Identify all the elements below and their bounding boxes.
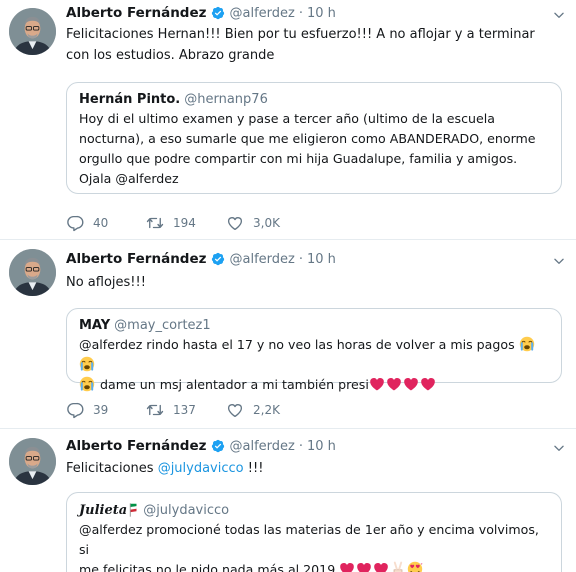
- reply-icon: [66, 214, 84, 232]
- chevron-down-icon[interactable]: [552, 8, 566, 22]
- tweet-text: No aflojes!!!: [66, 275, 146, 290]
- retweet-icon: [146, 401, 164, 419]
- victory-hand-icon: [390, 561, 406, 572]
- timestamp[interactable]: 10 h: [307, 252, 336, 267]
- tweet-actions: 39 137 2,2K: [66, 401, 306, 419]
- reply-button[interactable]: 40: [66, 214, 146, 232]
- tweet-actions: 40 194 3,0K: [66, 214, 306, 232]
- avatar[interactable]: [9, 249, 56, 296]
- retweet-button[interactable]: 137: [146, 401, 226, 419]
- profile-photo-icon: [9, 8, 56, 55]
- author-handle[interactable]: @alferdez: [229, 439, 294, 454]
- separator-dot: ·: [298, 251, 303, 267]
- red-heart-icon: [403, 376, 419, 392]
- verified-badge-icon: [211, 6, 225, 20]
- red-heart-icon: [369, 376, 385, 392]
- retweet-count: 137: [173, 403, 196, 417]
- tweet-text: Felicitaciones Hernan!!! Bien por tu esf…: [66, 27, 535, 63]
- verified-badge-icon: [211, 252, 225, 266]
- italy-flag-icon: [129, 502, 139, 518]
- chevron-down-icon[interactable]: [552, 441, 566, 455]
- tweet-text-prefix: Felicitaciones: [66, 461, 154, 476]
- quoted-tweet[interactable]: Hernán Pinto. @hernanp76 Hoy di el ultim…: [66, 82, 562, 194]
- retweet-button[interactable]: 194: [146, 214, 226, 232]
- author-name[interactable]: Alberto Fernández: [66, 251, 206, 267]
- author-handle[interactable]: @alferdez: [229, 6, 294, 21]
- quoted-tweet[interactable]: MAY @may_cortez1 @alferdez rindo hasta e…: [66, 308, 562, 392]
- quoted-header: MAY @may_cortez1: [79, 318, 549, 333]
- quoted-text-line-1: @alferdez rindo hasta el 17 y no veo las…: [79, 337, 515, 352]
- crying-face-icon: [79, 356, 95, 372]
- quoted-header: Julieta @julydavicco: [79, 502, 549, 518]
- heart-outline-icon: [226, 214, 244, 232]
- quoted-tweet[interactable]: Julieta @julydavicco @alferdez promocion…: [66, 492, 562, 572]
- red-heart-icon: [386, 376, 402, 392]
- like-button[interactable]: 3,0K: [226, 214, 306, 232]
- like-count: 2,2K: [253, 403, 280, 417]
- author-handle[interactable]: @alferdez: [229, 252, 294, 267]
- quoted-author-name: Julieta: [79, 502, 128, 518]
- chevron-down-icon[interactable]: [552, 254, 566, 268]
- tweet-text-suffix: !!!: [247, 461, 264, 476]
- quoted-text: @alferdez rindo hasta el 17 y no veo las…: [79, 335, 549, 395]
- quoted-text-line-2: me felicitas no le pido nada más al 2019: [79, 562, 336, 572]
- quoted-header: Hernán Pinto. @hernanp76: [79, 92, 549, 107]
- quoted-text-line-2: dame un msj alentador a mi también presi: [100, 377, 369, 392]
- tweet-3[interactable]: Alberto Fernández @alferdez · 10 h Felic…: [0, 430, 576, 572]
- profile-photo-icon: [9, 249, 56, 296]
- quoted-author-name: Hernán Pinto.: [79, 92, 181, 107]
- separator-dot: ·: [298, 438, 303, 454]
- mention-link[interactable]: @julydavicco: [158, 461, 244, 476]
- author-name[interactable]: Alberto Fernández: [66, 5, 206, 21]
- verified-badge-icon: [211, 439, 225, 453]
- reply-button[interactable]: 39: [66, 401, 146, 419]
- reply-icon: [66, 401, 84, 419]
- quoted-text-line-1: @alferdez promocioné todas las materias …: [79, 522, 539, 557]
- heart-outline-icon: [226, 401, 244, 419]
- like-button[interactable]: 2,2K: [226, 401, 306, 419]
- quoted-text: Hoy di el ultimo examen y pase a tercer …: [79, 111, 536, 186]
- retweet-count: 194: [173, 216, 196, 230]
- avatar[interactable]: [9, 8, 56, 55]
- tweet-2[interactable]: Alberto Fernández @alferdez · 10 h No af…: [0, 241, 576, 429]
- tweet-header: Alberto Fernández @alferdez · 10 h: [66, 5, 336, 21]
- timestamp[interactable]: 10 h: [307, 6, 336, 21]
- profile-photo-icon: [9, 438, 56, 485]
- tweet-text: Felicitaciones @julydavicco !!!: [66, 458, 562, 479]
- heart-eyes-face-icon: [407, 561, 423, 572]
- retweet-icon: [146, 214, 164, 232]
- crying-face-icon: [519, 336, 535, 352]
- red-heart-icon: [356, 561, 372, 572]
- red-heart-icon: [339, 561, 355, 572]
- quoted-author-handle: @julydavicco: [143, 502, 230, 518]
- red-heart-icon: [373, 561, 389, 572]
- tweet-header: Alberto Fernández @alferdez · 10 h: [66, 251, 336, 267]
- red-heart-icon: [420, 376, 436, 392]
- author-name[interactable]: Alberto Fernández: [66, 438, 206, 454]
- quoted-author-name: MAY: [79, 318, 111, 333]
- tweet-1[interactable]: Alberto Fernández @alferdez · 10 h Felic…: [0, 0, 576, 240]
- like-count: 3,0K: [253, 216, 280, 230]
- reply-count: 39: [93, 403, 109, 417]
- tweet-header: Alberto Fernández @alferdez · 10 h: [66, 438, 336, 454]
- avatar[interactable]: [9, 438, 56, 485]
- quoted-text: @alferdez promocioné todas las materias …: [79, 520, 549, 572]
- crying-face-icon: [79, 376, 95, 392]
- reply-count: 40: [93, 216, 109, 230]
- timestamp[interactable]: 10 h: [307, 439, 336, 454]
- quoted-author-handle: @hernanp76: [184, 92, 268, 107]
- quoted-author-handle: @may_cortez1: [114, 318, 211, 333]
- separator-dot: ·: [298, 5, 303, 21]
